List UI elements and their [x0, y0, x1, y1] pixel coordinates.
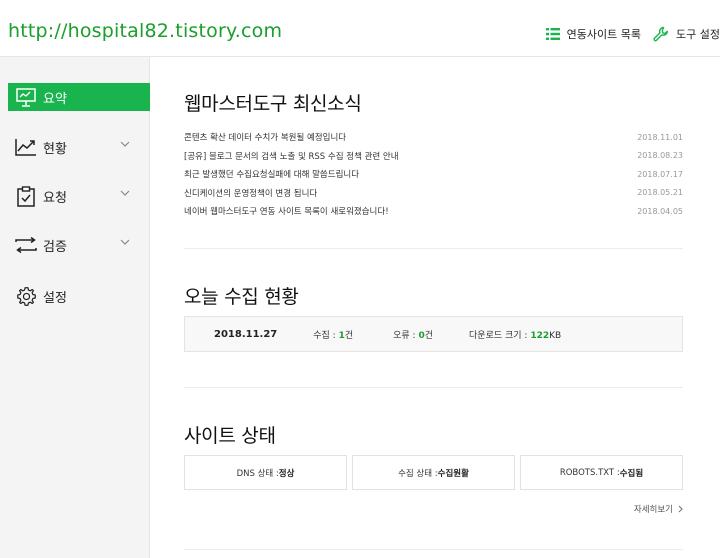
- top-actions: 연동사이트 목록 도구 설정: [545, 24, 720, 44]
- linked-sites-button[interactable]: 연동사이트 목록: [545, 26, 642, 42]
- today-section-title: 오늘 수집 현황: [184, 286, 299, 308]
- news-item-date: 2018.05.21: [637, 188, 683, 198]
- download-size: 다운로드 크기 : 122KB: [469, 328, 561, 341]
- news-item-date: 2018.11.01: [637, 132, 683, 142]
- linked-sites-label: 연동사이트 목록: [566, 28, 642, 41]
- swap-arrows-icon: [15, 234, 37, 256]
- sidebar-item-label: 설정: [43, 290, 67, 306]
- download-size-value: 122: [530, 330, 550, 341]
- chevron-right-icon: [678, 505, 683, 513]
- main-content: 웹마스터도구 최신소식 콘텐츠 확산 데이터 수치가 복원될 예정입니다 201…: [151, 57, 720, 558]
- collect-status-label: 수집 상태 :: [398, 468, 438, 479]
- collect-status-card: 수집 상태 : 수집원활: [352, 455, 515, 490]
- collect-count: 수집 : 1건: [313, 328, 353, 341]
- sidebar-item-label: 현황: [43, 141, 67, 157]
- sidebar-item-status[interactable]: 현황: [8, 133, 150, 161]
- today-section: 오늘 수집 현황: [184, 282, 683, 309]
- news-item-date: 2018.07.17: [637, 169, 683, 179]
- list-item[interactable]: 콘텐츠 확산 데이터 수치가 복원될 예정입니다 2018.11.01: [184, 128, 683, 147]
- list-item[interactable]: 네이버 웹마스터도구 연동 사이트 목록이 새로워졌습니다! 2018.04.0…: [184, 202, 683, 221]
- more-details-link[interactable]: 자세히보기: [634, 503, 683, 515]
- sidebar-item-summary[interactable]: 요약: [8, 83, 150, 111]
- dns-status-label: DNS 상태 :: [236, 468, 279, 479]
- dns-status-value: 정상: [278, 468, 295, 479]
- collect-count-label: 수집 :: [313, 330, 339, 341]
- sidebar: 요약 현황 요청 검증 설정: [0, 57, 150, 558]
- chevron-down-icon: [120, 190, 130, 196]
- sidebar-item-label: 요약: [43, 91, 67, 107]
- error-count-label: 오류 :: [393, 330, 419, 341]
- news-item-title[interactable]: 네이버 웹마스터도구 연동 사이트 목록이 새로워졌습니다!: [184, 205, 389, 217]
- list-item[interactable]: 최근 발생했던 수집요청실패에 대해 말씀드립니다 2018.07.17: [184, 165, 683, 184]
- robots-status-label: ROBOTS.TXT :: [559, 467, 620, 478]
- clipboard-check-icon: [15, 185, 37, 207]
- sidebar-item-label: 검증: [43, 239, 67, 255]
- list-item[interactable]: [공유] 블로그 문서의 검색 노출 및 RSS 수집 정책 관련 안내 201…: [184, 147, 683, 166]
- download-size-label: 다운로드 크기 :: [469, 330, 531, 341]
- news-item-date: 2018.08.23: [637, 151, 683, 161]
- news-item-title[interactable]: [공유] 블로그 문서의 검색 노출 및 RSS 수집 정책 관련 안내: [184, 150, 399, 162]
- monitor-icon: [15, 86, 37, 108]
- news-item-title[interactable]: 최근 발생했던 수집요청실패에 대해 말씀드립니다: [184, 168, 359, 180]
- error-count: 오류 : 0건: [393, 328, 433, 341]
- sidebar-item-verify[interactable]: 검증: [8, 231, 150, 259]
- trend-chart-icon: [15, 136, 37, 158]
- site-status-cards: DNS 상태 : 정상 수집 상태 : 수집원활 ROBOTS.TXT : 수집…: [184, 455, 683, 490]
- wrench-icon: [653, 26, 669, 42]
- dns-status-card: DNS 상태 : 정상: [184, 455, 347, 490]
- site-status-title: 사이트 상태: [184, 425, 276, 447]
- chevron-down-icon: [120, 239, 130, 245]
- section-divider: [184, 387, 683, 388]
- gear-icon: [15, 285, 37, 307]
- robots-status-card: ROBOTS.TXT : 수집됨: [520, 455, 683, 490]
- tool-settings-button[interactable]: 도구 설정: [653, 26, 720, 42]
- today-stats-box: 2018.11.27 수집 : 1건 오류 : 0건 다운로드 크기 : 122…: [184, 316, 683, 352]
- sidebar-item-request[interactable]: 요청: [8, 182, 150, 210]
- more-details-label: 자세히보기: [633, 505, 673, 515]
- list-item[interactable]: 신디케이션의 운영정책이 변경 됩니다 2018.05.21: [184, 184, 683, 203]
- chevron-down-icon: [120, 141, 130, 147]
- collect-status-value: 수집원활: [437, 468, 469, 479]
- tool-settings-label: 도구 설정: [676, 28, 720, 41]
- news-section-title: 웹마스터도구 최신소식: [184, 93, 362, 115]
- news-item-date: 2018.04.05: [637, 206, 683, 216]
- news-list: 콘텐츠 확산 데이터 수치가 복원될 예정입니다 2018.11.01 [공유]…: [184, 128, 683, 221]
- stats-date: 2018.11.27: [214, 328, 278, 340]
- error-count-unit: 건: [424, 330, 434, 341]
- robots-status-value: 수집됨: [619, 468, 644, 479]
- top-bar: http://hospital82.tistory.com 연동사이트 목록 도…: [0, 0, 720, 57]
- news-item-title[interactable]: 신디케이션의 운영정책이 변경 됩니다: [184, 187, 317, 199]
- site-url[interactable]: http://hospital82.tistory.com: [8, 20, 282, 42]
- section-divider: [184, 248, 683, 249]
- download-size-unit: KB: [549, 330, 562, 341]
- site-status-section: 사이트 상태: [184, 421, 683, 448]
- section-divider: [184, 549, 683, 550]
- news-section: 웹마스터도구 최신소식: [184, 89, 683, 116]
- sidebar-item-label: 요청: [43, 190, 67, 206]
- collect-count-unit: 건: [344, 330, 354, 341]
- list-icon: [545, 28, 560, 40]
- sidebar-item-settings[interactable]: 설정: [8, 282, 150, 310]
- news-item-title[interactable]: 콘텐츠 확산 데이터 수치가 복원될 예정입니다: [184, 131, 346, 143]
